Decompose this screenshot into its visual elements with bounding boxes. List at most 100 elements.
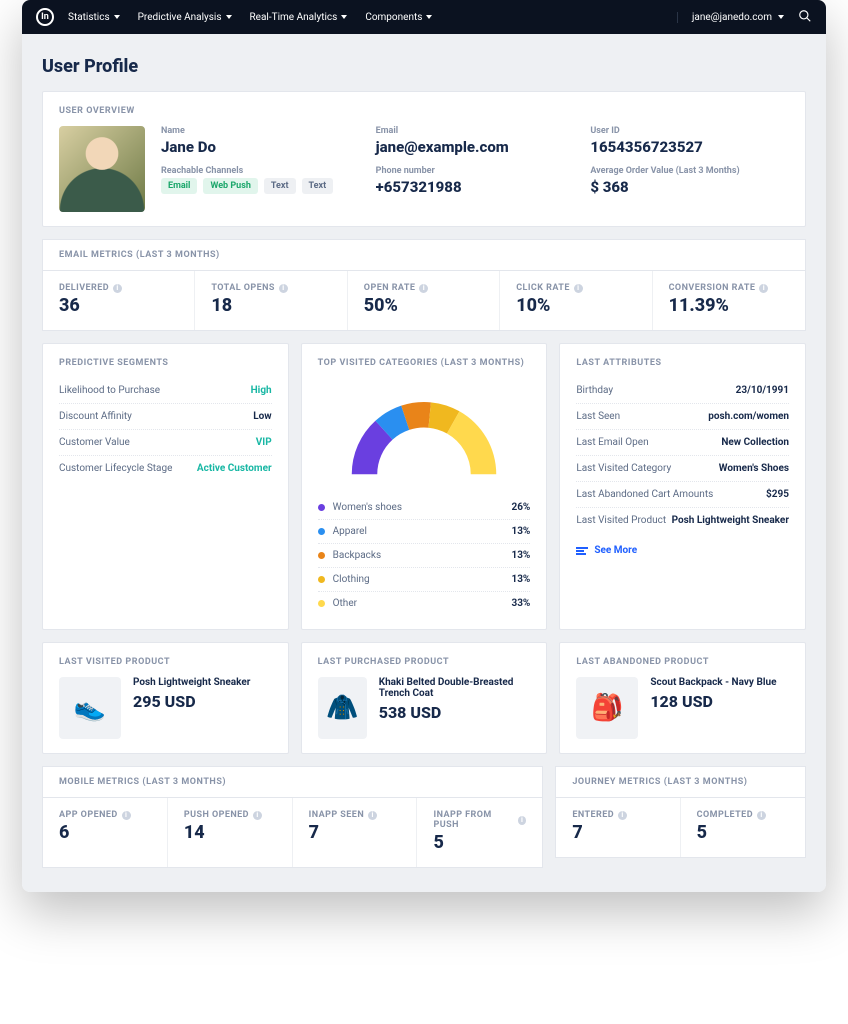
last-purchased-product-card: LAST PURCHASED PRODUCT 🧥 Khaki Belted Do… xyxy=(301,642,548,754)
nav-user-dropdown[interactable]: jane@janedo.com xyxy=(677,12,784,23)
brand-logo[interactable]: In xyxy=(36,8,54,26)
nav-item-predictive[interactable]: Predictive Analysis xyxy=(138,12,232,23)
metric-cell: COMPLETEDi5 xyxy=(681,798,805,857)
channel-chip: Text xyxy=(302,178,334,194)
section-label: LAST ATTRIBUTES xyxy=(576,358,789,368)
attribute-row: Birthday23/10/1991 xyxy=(576,378,789,404)
nav-menu: Statistics Predictive Analysis Real-Time… xyxy=(68,12,677,23)
metric-cell: OPEN RATEi50% xyxy=(348,271,500,330)
info-icon[interactable]: i xyxy=(574,284,583,293)
product-name: Posh Lightweight Sneaker xyxy=(133,677,250,688)
product-price: 295 USD xyxy=(133,692,250,711)
product-name: Khaki Belted Double-Breasted Trench Coat xyxy=(379,677,531,699)
info-icon[interactable]: i xyxy=(419,284,428,293)
userid-value: 1654356723527 xyxy=(590,138,789,156)
section-label: JOURNEY METRICS (LAST 3 MONTHS) xyxy=(572,777,789,787)
chevron-down-icon xyxy=(114,15,120,19)
last-attributes-card: LAST ATTRIBUTES Birthday23/10/1991Last S… xyxy=(559,343,806,630)
metric-cell: CONVERSION RATEi11.39% xyxy=(653,271,805,330)
metric-cell: INAPP FROM PUSHi5 xyxy=(417,798,542,867)
nav-item-realtime[interactable]: Real-Time Analytics xyxy=(250,12,348,23)
aov-value: $ 368 xyxy=(590,178,789,196)
product-thumb: 👟 xyxy=(59,677,121,739)
info-icon[interactable]: i xyxy=(122,811,131,820)
product-price: 128 USD xyxy=(650,692,776,711)
product-thumb: 🎒 xyxy=(576,677,638,739)
userid-label: User ID xyxy=(590,126,789,136)
metric-cell: APP OPENEDi6 xyxy=(43,798,168,867)
legend-row: Backpacks13% xyxy=(318,544,531,568)
chevron-down-icon xyxy=(226,15,232,19)
top-nav: In Statistics Predictive Analysis Real-T… xyxy=(22,0,826,34)
info-icon[interactable]: i xyxy=(253,811,262,820)
channel-chip: Email xyxy=(161,178,197,194)
legend-row: Apparel13% xyxy=(318,520,531,544)
nav-item-components[interactable]: Components xyxy=(365,12,432,23)
legend-row: Women's shoes26% xyxy=(318,496,531,520)
section-label: USER OVERVIEW xyxy=(59,106,789,116)
see-more-link[interactable]: See More xyxy=(576,545,789,556)
semi-donut-chart xyxy=(318,378,531,496)
metric-cell: CLICK RATEi10% xyxy=(500,271,652,330)
attribute-row: Last Email OpenNew Collection xyxy=(576,430,789,456)
attribute-row: Last Seenposh.com/women xyxy=(576,404,789,430)
chevron-down-icon xyxy=(778,15,784,19)
journey-metrics-section: JOURNEY METRICS (LAST 3 MONTHS) ENTEREDi… xyxy=(555,766,806,868)
predictive-row: Customer ValueVIP xyxy=(59,430,272,456)
product-price: 538 USD xyxy=(379,703,531,722)
section-label: MOBILE METRICS (LAST 3 MONTHS) xyxy=(59,777,526,787)
section-label: PREDICTIVE SEGMENTS xyxy=(59,358,272,368)
email-metrics-section: EMAIL METRICS (LAST 3 MONTHS) DELIVEREDi… xyxy=(42,239,806,331)
section-label: LAST VISITED PRODUCT xyxy=(59,657,272,667)
info-icon[interactable]: i xyxy=(518,816,526,825)
last-visited-product-card: LAST VISITED PRODUCT 👟 Posh Lightweight … xyxy=(42,642,289,754)
info-icon[interactable]: i xyxy=(113,284,122,293)
predictive-row: Discount AffinityLow xyxy=(59,404,272,430)
section-label: LAST PURCHASED PRODUCT xyxy=(318,657,531,667)
product-thumb: 🧥 xyxy=(318,677,367,739)
name-label: Name xyxy=(161,126,360,136)
last-abandoned-product-card: LAST ABANDONED PRODUCT 🎒 Scout Backpack … xyxy=(559,642,806,754)
attribute-row: Last Visited ProductPosh Lightweight Sne… xyxy=(576,508,789,533)
info-icon[interactable]: i xyxy=(759,284,768,293)
channel-chip: Web Push xyxy=(203,178,257,194)
product-name: Scout Backpack - Navy Blue xyxy=(650,677,776,688)
search-icon[interactable] xyxy=(798,9,812,26)
metric-cell: INAPP SEENi7 xyxy=(293,798,418,867)
top-categories-card: TOP VISITED CATEGORIES (LAST 3 MONTHS) W… xyxy=(301,343,548,630)
reachable-channels: Email Web Push Text Text xyxy=(161,178,360,194)
info-icon[interactable]: i xyxy=(368,811,377,820)
info-icon[interactable]: i xyxy=(757,811,766,820)
email-value: jane@example.com xyxy=(376,138,575,156)
section-label: EMAIL METRICS (LAST 3 MONTHS) xyxy=(59,250,789,260)
chevron-down-icon xyxy=(426,15,432,19)
channel-chip: Text xyxy=(264,178,296,194)
user-overview-card: USER OVERVIEW Name Jane Do Reachable Cha… xyxy=(42,91,806,227)
avatar xyxy=(59,126,145,212)
aov-label: Average Order Value (Last 3 Months) xyxy=(590,166,789,176)
name-value: Jane Do xyxy=(161,138,360,156)
list-icon xyxy=(576,547,588,555)
metric-cell: ENTEREDi7 xyxy=(556,798,680,857)
page-title: User Profile xyxy=(42,56,806,77)
reachable-label: Reachable Channels xyxy=(161,166,360,176)
metric-cell: DELIVEREDi36 xyxy=(43,271,195,330)
attribute-row: Last Visited CategoryWomen's Shoes xyxy=(576,456,789,482)
attribute-row: Last Abandoned Cart Amounts$295 xyxy=(576,482,789,508)
metric-cell: TOTAL OPENSi18 xyxy=(195,271,347,330)
nav-item-statistics[interactable]: Statistics xyxy=(68,12,120,23)
email-label: Email xyxy=(376,126,575,136)
section-label: TOP VISITED CATEGORIES (LAST 3 MONTHS) xyxy=(318,358,531,368)
mobile-metrics-section: MOBILE METRICS (LAST 3 MONTHS) APP OPENE… xyxy=(42,766,543,868)
predictive-row: Likelihood to PurchaseHigh xyxy=(59,378,272,404)
section-label: LAST ABANDONED PRODUCT xyxy=(576,657,789,667)
legend-row: Other33% xyxy=(318,592,531,615)
predictive-segments-card: PREDICTIVE SEGMENTS Likelihood to Purcha… xyxy=(42,343,289,630)
info-icon[interactable]: i xyxy=(618,811,627,820)
metric-cell: PUSH OPENEDi14 xyxy=(168,798,293,867)
phone-label: Phone number xyxy=(376,166,575,176)
legend-row: Clothing13% xyxy=(318,568,531,592)
predictive-row: Customer Lifecycle StageActive Customer xyxy=(59,456,272,481)
info-icon[interactable]: i xyxy=(279,284,288,293)
chevron-down-icon xyxy=(341,15,347,19)
